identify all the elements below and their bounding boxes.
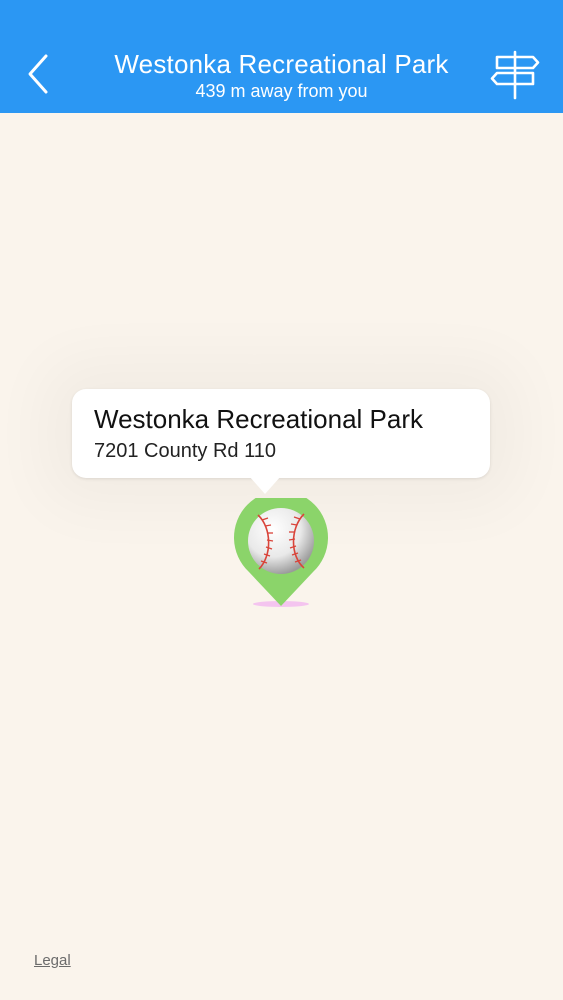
baseball-icon [234, 498, 328, 607]
legal-link[interactable]: Legal [34, 951, 71, 971]
navigation-bar: Westonka Recreational Park 439 m away fr… [0, 0, 563, 113]
callout-address: 7201 County Rd 110 [94, 440, 276, 462]
callout-arrow [249, 476, 281, 494]
place-callout[interactable]: Westonka Recreational Park 7201 County R… [72, 389, 490, 478]
chevron-left-icon [28, 54, 48, 94]
title-block: Westonka Recreational Park 439 m away fr… [80, 48, 483, 102]
map-pin[interactable] [232, 498, 330, 610]
callout-title: Westonka Recreational Park [94, 404, 424, 434]
directions-button[interactable] [489, 50, 541, 100]
distance-subtitle: 439 m away from you [195, 81, 368, 101]
back-button[interactable] [18, 46, 62, 102]
signpost-icon [490, 50, 540, 100]
page-title: Westonka Recreational Park [114, 49, 449, 79]
